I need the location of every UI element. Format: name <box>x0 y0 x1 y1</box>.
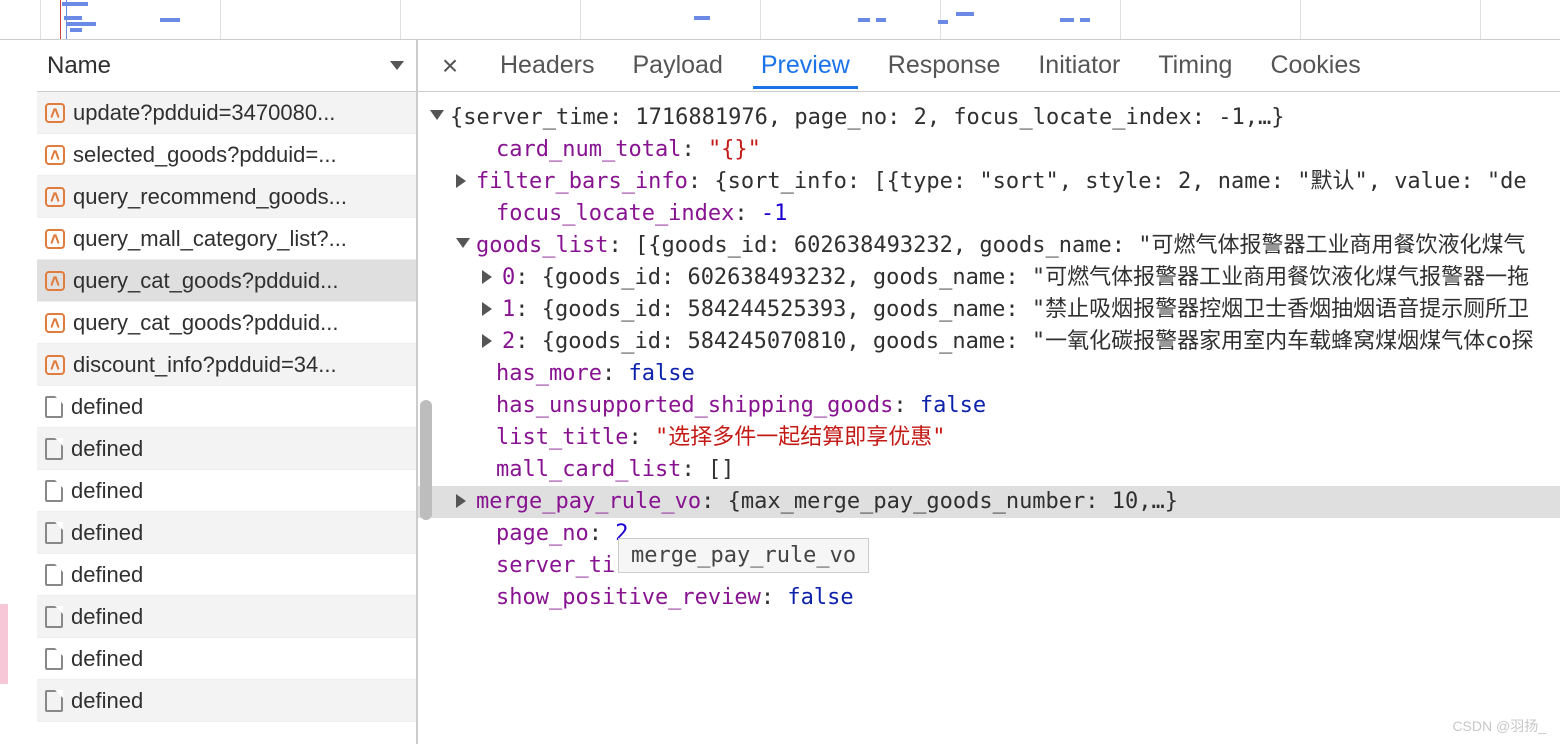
json-goods-list[interactable]: goods_list: [{goods_id: 602638493232, go… <box>418 230 1560 262</box>
request-row[interactable]: discount_info?pdduid=34... <box>37 344 416 386</box>
tab-cookies[interactable]: Cookies <box>1270 43 1360 88</box>
request-label: query_cat_goods?pdduid... <box>73 268 338 294</box>
json-merge-pay-rule[interactable]: merge_pay_rule_vo: {max_merge_pay_goods_… <box>418 486 1560 518</box>
json-has-unsupported[interactable]: has_unsupported_shipping_goods: false <box>418 390 1560 422</box>
caret-down-icon[interactable] <box>456 238 470 252</box>
json-card-num-total[interactable]: card_num_total: "{}" <box>418 134 1560 166</box>
xhr-icon <box>45 103 65 123</box>
request-label: defined <box>71 688 143 714</box>
json-has-more[interactable]: has_more: false <box>418 358 1560 390</box>
name-header-label: Name <box>47 52 111 80</box>
request-label: defined <box>71 394 143 420</box>
json-page-no[interactable]: page_no: 2 <box>418 518 1560 550</box>
details-tabs: × Headers Payload Preview Response Initi… <box>418 40 1560 92</box>
request-list: update?pdduid=3470080... selected_goods?p… <box>37 92 416 744</box>
preview-body: {server_time: 1716881976, page_no: 2, fo… <box>418 92 1560 744</box>
file-icon <box>45 438 63 460</box>
json-server-time[interactable]: server_ti <box>418 550 1560 582</box>
file-icon <box>45 522 63 544</box>
request-row[interactable]: query_mall_category_list?... <box>37 218 416 260</box>
request-label: query_recommend_goods... <box>73 184 347 210</box>
request-row[interactable]: defined <box>37 680 416 722</box>
request-label: selected_goods?pdduid=... <box>73 142 337 168</box>
xhr-icon <box>45 313 65 333</box>
json-focus-locate-index[interactable]: focus_locate_index: -1 <box>418 198 1560 230</box>
tooltip: merge_pay_rule_vo <box>618 538 869 573</box>
xhr-icon <box>45 271 65 291</box>
tab-timing[interactable]: Timing <box>1158 43 1232 88</box>
file-icon <box>45 648 63 670</box>
waterfall-strip <box>0 0 1560 40</box>
request-label: defined <box>71 646 143 672</box>
request-label: query_mall_category_list?... <box>73 226 347 252</box>
caret-right-icon[interactable] <box>482 302 496 316</box>
request-label: defined <box>71 562 143 588</box>
caret-right-icon[interactable] <box>482 334 496 348</box>
request-row[interactable]: update?pdduid=3470080... <box>37 92 416 134</box>
request-row[interactable]: query_cat_goods?pdduid... <box>37 302 416 344</box>
request-row[interactable]: defined <box>37 596 416 638</box>
request-label: defined <box>71 478 143 504</box>
request-row[interactable]: defined <box>37 386 416 428</box>
request-row[interactable]: query_cat_goods?pdduid... <box>37 260 416 302</box>
file-icon <box>45 396 63 418</box>
request-row[interactable]: defined <box>37 512 416 554</box>
json-list-title[interactable]: list_title: "选择多件一起结算即享优惠" <box>418 422 1560 454</box>
request-row[interactable]: query_recommend_goods... <box>37 176 416 218</box>
request-row[interactable]: selected_goods?pdduid=... <box>37 134 416 176</box>
request-row[interactable]: defined <box>37 554 416 596</box>
request-label: update?pdduid=3470080... <box>73 100 335 126</box>
pink-marker <box>0 604 8 684</box>
tab-initiator[interactable]: Initiator <box>1038 43 1120 88</box>
request-label: defined <box>71 436 143 462</box>
tab-response[interactable]: Response <box>888 43 1001 88</box>
request-label: defined <box>71 520 143 546</box>
json-show-positive-review[interactable]: show_positive_review: false <box>418 582 1560 614</box>
xhr-icon <box>45 355 65 375</box>
tab-payload[interactable]: Payload <box>633 43 723 88</box>
request-sidebar: Name update?pdduid=3470080... selected_go… <box>37 40 417 744</box>
request-label: defined <box>71 604 143 630</box>
file-icon <box>45 564 63 586</box>
file-icon <box>45 606 63 628</box>
request-label: query_cat_goods?pdduid... <box>73 310 338 336</box>
json-root[interactable]: {server_time: 1716881976, page_no: 2, fo… <box>418 102 1560 134</box>
tab-headers[interactable]: Headers <box>500 43 595 88</box>
xhr-icon <box>45 187 65 207</box>
file-icon <box>45 480 63 502</box>
caret-right-icon[interactable] <box>482 270 496 284</box>
tab-preview[interactable]: Preview <box>761 43 850 88</box>
json-goods-item-1[interactable]: 1: {goods_id: 584244525393, goods_name: … <box>418 294 1560 326</box>
json-filter-bars-info[interactable]: filter_bars_info: {sort_info: [{type: "s… <box>418 166 1560 198</box>
scrollbar-thumb[interactable] <box>420 400 432 520</box>
caret-right-icon[interactable] <box>456 494 470 508</box>
details-panel: × Headers Payload Preview Response Initi… <box>417 40 1560 744</box>
request-row[interactable]: defined <box>37 428 416 470</box>
sort-caret-icon <box>390 61 404 70</box>
caret-down-icon[interactable] <box>430 110 444 124</box>
xhr-icon <box>45 145 65 165</box>
file-icon <box>45 690 63 712</box>
request-row[interactable]: defined <box>37 638 416 680</box>
request-row[interactable]: defined <box>37 470 416 512</box>
close-icon[interactable]: × <box>438 50 462 82</box>
request-label: discount_info?pdduid=34... <box>73 352 337 378</box>
xhr-icon <box>45 229 65 249</box>
watermark: CSDN @羽扬_ <box>1452 716 1546 736</box>
name-column-header[interactable]: Name <box>37 40 416 92</box>
left-gutter <box>0 40 37 744</box>
json-mall-card-list[interactable]: mall_card_list: [] <box>418 454 1560 486</box>
json-goods-item-0[interactable]: 0: {goods_id: 602638493232, goods_name: … <box>418 262 1560 294</box>
json-goods-item-2[interactable]: 2: {goods_id: 584245070810, goods_name: … <box>418 326 1560 358</box>
caret-right-icon[interactable] <box>456 174 470 188</box>
